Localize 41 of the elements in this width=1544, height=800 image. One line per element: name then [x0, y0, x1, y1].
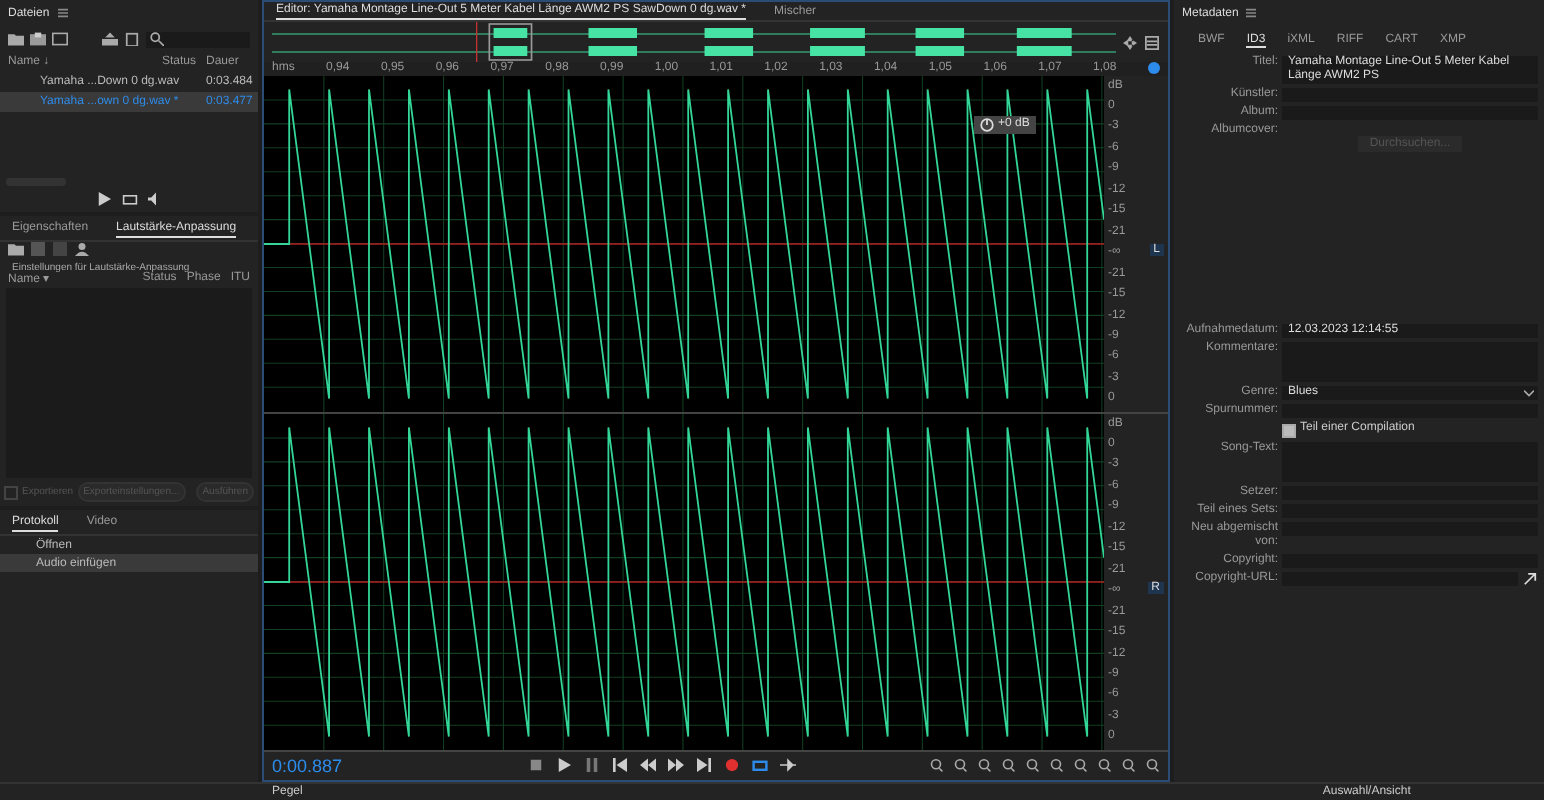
zoom-icon[interactable] — [1072, 758, 1088, 773]
menu-icon[interactable] — [1246, 8, 1257, 18]
trash-icon[interactable] — [124, 32, 140, 46]
skip-selection-icon[interactable] — [780, 758, 796, 773]
rewind-icon[interactable] — [640, 758, 656, 773]
zoom-icon[interactable] — [952, 758, 968, 773]
waveform-display[interactable] — [264, 413, 1104, 750]
zoom-icon[interactable] — [1096, 758, 1112, 773]
search-icon — [150, 32, 164, 46]
zoom-icon[interactable] — [1144, 758, 1160, 773]
export-icon[interactable] — [102, 32, 118, 46]
checkbox[interactable] — [1282, 423, 1296, 437]
loop-icon[interactable] — [752, 758, 768, 773]
zoom-icon[interactable] — [976, 758, 992, 773]
fast-forward-icon[interactable] — [668, 758, 684, 773]
pause-icon[interactable] — [584, 758, 600, 773]
list-icon[interactable] — [1144, 35, 1160, 49]
zoom-icon[interactable] — [1120, 758, 1136, 773]
zoom-icon[interactable] — [1024, 758, 1040, 773]
menu-icon[interactable] — [57, 8, 68, 18]
overview-waveform-drawing[interactable] — [272, 22, 1116, 62]
link-arrow-icon[interactable] — [1522, 571, 1538, 585]
zoom-icon[interactable] — [928, 758, 944, 773]
play-icon[interactable] — [556, 758, 572, 773]
folder-icon[interactable] — [8, 32, 24, 46]
move-icon[interactable] — [1122, 35, 1138, 49]
chevron-down-icon — [1524, 389, 1534, 397]
import-icon[interactable] — [30, 32, 46, 46]
film-icon[interactable] — [52, 32, 68, 46]
record-icon[interactable] — [724, 758, 740, 773]
zoom-icon[interactable] — [1048, 758, 1064, 773]
play-icon[interactable] — [95, 192, 111, 206]
stop-icon[interactable] — [528, 758, 544, 773]
person-icon[interactable] — [74, 242, 90, 256]
skip-forward-icon[interactable] — [696, 758, 712, 773]
zoom-icon[interactable] — [1000, 758, 1016, 773]
time-display: 0:00.887 — [272, 755, 345, 776]
skip-back-icon[interactable] — [612, 758, 628, 773]
search-field[interactable] — [146, 31, 250, 47]
folder-icon[interactable] — [8, 242, 24, 256]
loop-icon[interactable] — [121, 192, 137, 206]
